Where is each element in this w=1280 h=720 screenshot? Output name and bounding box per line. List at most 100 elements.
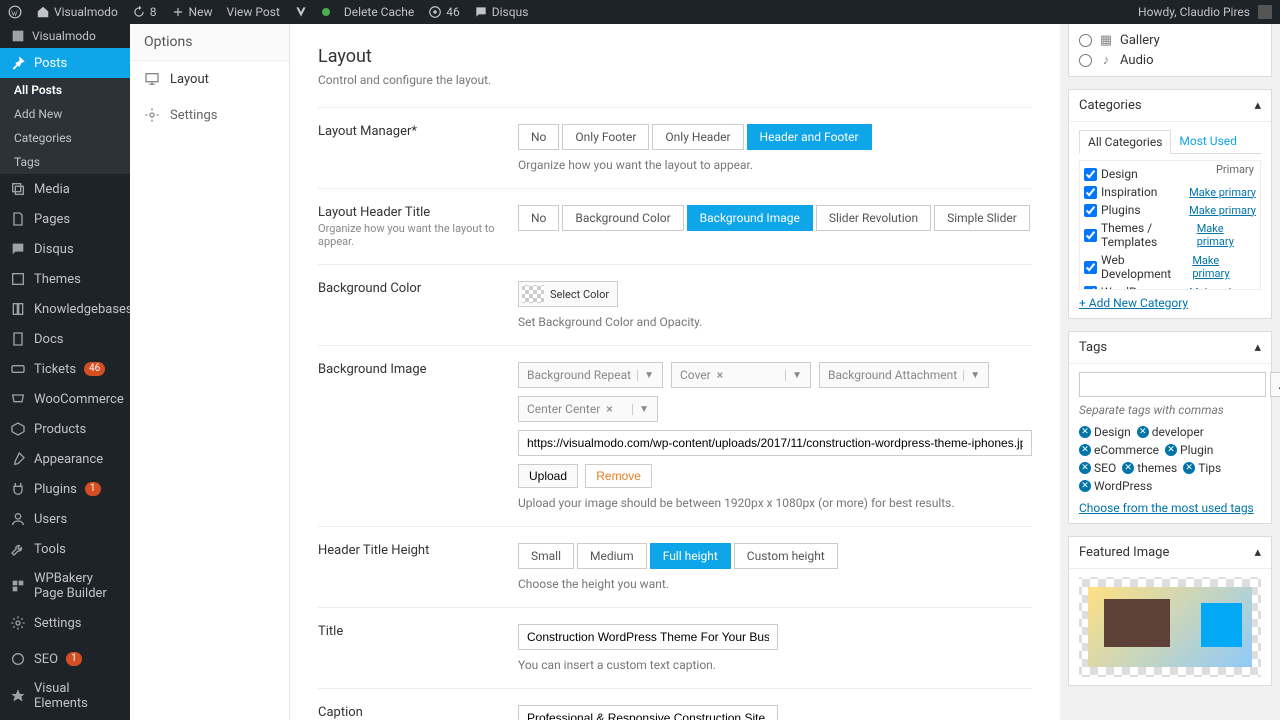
site-home[interactable]: Visualmodo [36,5,118,19]
clear-icon[interactable]: × [717,368,723,382]
menu-users[interactable]: Users [0,504,130,534]
tab-most-used[interactable]: Most Used [1171,130,1245,153]
ht-no[interactable]: No [518,205,559,231]
tab-all-categories[interactable]: All Categories [1079,130,1171,154]
remove-tag-icon[interactable]: ✕ [1079,426,1091,438]
tags-add-button[interactable]: Add [1270,372,1280,397]
remove-button[interactable]: Remove [585,464,652,488]
category-item[interactable]: PluginsMake primary [1084,201,1256,219]
category-item[interactable]: InspirationMake primary [1084,183,1256,201]
wrench-icon [10,541,26,557]
remove-tag-icon[interactable]: ✕ [1079,462,1091,474]
gear-icon [144,107,160,123]
format-gallery[interactable]: ▦Gallery [1079,30,1261,50]
h-full[interactable]: Full height [650,543,731,569]
h-custom[interactable]: Custom height [734,543,838,569]
menu-tools[interactable]: Tools [0,534,130,564]
menu-posts[interactable]: Posts [0,48,130,78]
caption-input[interactable] [518,705,778,720]
lm-only-footer[interactable]: Only Footer [562,124,649,150]
make-primary-link[interactable]: Make primary [1189,204,1256,217]
submenu-tags[interactable]: Tags [0,150,130,174]
add-category-link[interactable]: + Add New Category [1079,296,1188,310]
remove-tag-icon[interactable]: ✕ [1079,444,1091,456]
menu-plugins[interactable]: Plugins1 [0,474,130,504]
count-46[interactable]: 46 [428,5,460,19]
chevron-down-icon: ▼ [637,370,654,381]
menu-disqus[interactable]: Disqus [0,234,130,264]
category-list[interactable]: Primary DesignInspirationMake primaryPlu… [1079,160,1261,290]
user-icon [10,511,26,527]
bg-image-url[interactable] [518,430,1032,456]
options-layout[interactable]: Layout [130,61,289,97]
menu-wpbakery[interactable]: WPBakery Page Builder [0,564,130,608]
bg-position-select[interactable]: Center Center×▼ [518,396,658,422]
submenu-categories[interactable]: Categories [0,126,130,150]
remove-tag-icon[interactable]: ✕ [1079,480,1091,492]
lm-only-header[interactable]: Only Header [652,124,743,150]
tags-header[interactable]: Tags▴ [1069,332,1271,364]
make-primary-link[interactable]: Make primary [1192,254,1256,280]
bg-size-select[interactable]: Cover×▼ [671,362,811,388]
upload-button[interactable]: Upload [518,464,578,488]
vm-icon[interactable] [294,5,308,19]
cache-status[interactable] [322,8,330,16]
bg-attachment-select[interactable]: Background Attachment▼ [819,362,989,388]
h-small[interactable]: Small [518,543,574,569]
menu-knowledgebases[interactable]: Knowledgebases [0,294,130,324]
ht-slider-rev[interactable]: Slider Revolution [816,205,931,231]
h-medium[interactable]: Medium [577,543,647,569]
options-settings[interactable]: Settings [130,97,289,133]
submenu-add-new[interactable]: Add New [0,102,130,126]
lm-no[interactable]: No [518,124,559,150]
seo-icon [10,651,26,667]
remove-tag-icon[interactable]: ✕ [1137,426,1149,438]
updates[interactable]: 8 [132,5,157,19]
disqus-link[interactable]: Disqus [474,5,529,19]
ht-simple-slider[interactable]: Simple Slider [934,205,1030,231]
title-input[interactable] [518,624,778,650]
clear-icon[interactable]: × [606,402,612,416]
menu-media[interactable]: Media [0,174,130,204]
menu-visual-elements[interactable]: Visual Elements [0,674,130,718]
remove-tag-icon[interactable]: ✕ [1183,462,1195,474]
featured-header[interactable]: Featured Image▴ [1069,537,1271,569]
make-primary-link[interactable]: Make primary [1189,186,1256,199]
menu-pages[interactable]: Pages [0,204,130,234]
menu-products[interactable]: Products [0,414,130,444]
delete-cache[interactable]: Delete Cache [344,5,414,19]
menu-appearance[interactable]: Appearance [0,444,130,474]
tag-pills: ✕Design✕developer✕eCommerce✕Plugin✕SEO✕t… [1079,423,1261,495]
remove-tag-icon[interactable]: ✕ [1165,444,1177,456]
menu-seo[interactable]: SEO1 [0,644,130,674]
tag-pill: ✕Plugin [1165,443,1213,457]
categories-header[interactable]: Categories▴ [1069,90,1271,122]
view-post[interactable]: View Post [227,5,280,19]
menu-docs[interactable]: Docs [0,324,130,354]
wp-logo[interactable] [8,5,22,19]
tags-input[interactable] [1079,372,1266,397]
format-audio[interactable]: ♪Audio [1079,50,1261,70]
make-primary-link[interactable]: Make primary [1189,286,1256,291]
menu-woocommerce[interactable]: WooCommerce [0,384,130,414]
ht-bg-color[interactable]: Background Color [562,205,683,231]
greeting[interactable]: Howdy, Claudio Pires [1138,5,1272,19]
submenu-all-posts[interactable]: All Posts [0,78,130,102]
featured-thumbnail[interactable] [1079,577,1261,677]
select-color-button[interactable]: Select Color [518,281,618,307]
new-link[interactable]: New [171,5,213,19]
menu-tickets[interactable]: Tickets46 [0,354,130,384]
make-primary-link[interactable]: Make primary [1197,222,1256,248]
bg-repeat-select[interactable]: Background Repeat▼ [518,362,663,388]
menu-themes[interactable]: Themes [0,264,130,294]
lm-header-footer[interactable]: Header and Footer [747,124,872,150]
sidebar-site-name[interactable]: Visualmodo [0,24,130,48]
menu-settings[interactable]: Settings [0,608,130,638]
book-icon [10,301,26,317]
remove-tag-icon[interactable]: ✕ [1122,462,1134,474]
category-item[interactable]: Themes / TemplatesMake primary [1084,219,1256,251]
choose-tags-link[interactable]: Choose from the most used tags [1079,501,1254,515]
ht-bg-image[interactable]: Background Image [687,205,813,231]
category-item[interactable]: WordPressMake primary [1084,283,1256,290]
category-item[interactable]: Web DevelopmentMake primary [1084,251,1256,283]
